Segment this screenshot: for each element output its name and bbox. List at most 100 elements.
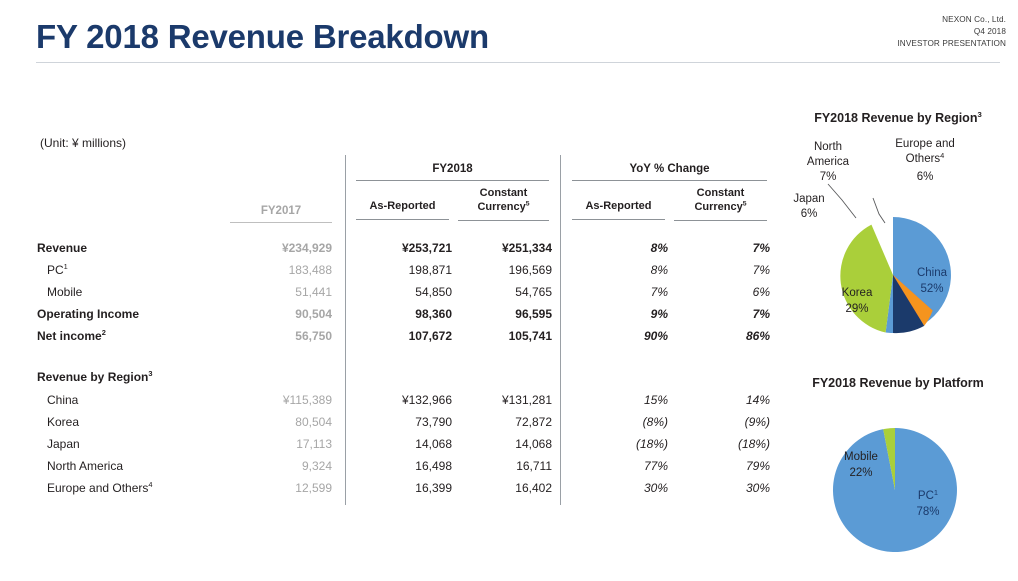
header-divider — [36, 62, 1000, 63]
section-label-text: Revenue by Region — [37, 370, 149, 384]
cell-fy2017: 80,504 — [295, 415, 332, 429]
cell-fy2018-constant-currency: 14,068 — [515, 437, 552, 451]
table-row: Mobile 51,441 54,850 54,765 7% 6% — [34, 283, 770, 301]
pie-label-japan: Japan — [793, 193, 824, 205]
cell-fy2017: ¥115,389 — [282, 393, 332, 407]
pie-value-china: 52% — [920, 283, 943, 295]
footnote-marker: 5 — [525, 200, 530, 208]
cell-fy2017: 56,750 — [295, 329, 332, 343]
cell-fy2018-as-reported: 16,498 — [415, 459, 452, 473]
footnote-marker: 4 — [148, 480, 153, 489]
pie-value-japan: 6% — [801, 208, 818, 220]
pie-value-north-america: 7% — [820, 171, 837, 183]
cell-fy2018-constant-currency: 96,595 — [515, 307, 552, 321]
column-yoy-constant-currency: Constant Currency5 — [674, 187, 767, 221]
column-fy2017: FY2017 — [230, 205, 332, 223]
cell-yoy-as-reported: 8% — [650, 241, 668, 255]
cell-fy2017: 90,504 — [295, 307, 332, 321]
pie-slice-korea — [840, 224, 893, 333]
pie-label-china: China — [917, 267, 948, 279]
column-label: Constant Currency — [694, 187, 745, 213]
pie-chart-revenue-by-region: North America 7% Japan 6% Europe and Oth… — [793, 138, 955, 334]
cell-fy2018-as-reported: 14,068 — [415, 437, 452, 451]
cell-yoy-constant-currency: 7% — [752, 241, 770, 255]
column-yoy-as-reported: As-Reported — [572, 187, 665, 220]
cell-fy2018-as-reported: ¥132,966 — [401, 393, 452, 407]
cell-fy2018-as-reported: 198,871 — [408, 263, 452, 277]
table-row: PC1 183,488 198,871 196,569 8% 7% — [34, 261, 770, 279]
table-row: Operating Income 90,504 98,360 96,595 9% 7% — [34, 305, 770, 323]
cell-fy2018-constant-currency: ¥131,281 — [501, 393, 552, 407]
chart-title-text: FY2018 Revenue by Platform — [812, 376, 984, 390]
cell-yoy-constant-currency: 6% — [752, 285, 770, 299]
cell-fy2018-as-reported: 107,672 — [408, 329, 452, 343]
pie-value-pc: 78% — [916, 506, 939, 518]
pie-label-north-america-l2: America — [807, 156, 850, 168]
row-label: Korea — [47, 415, 80, 429]
table-row: Japan 17,113 14,068 14,068 (18%) (18%) — [34, 435, 770, 453]
cell-yoy-as-reported: 30% — [643, 481, 668, 495]
cell-fy2018-constant-currency: 16,402 — [515, 481, 552, 495]
region-section-label: Revenue by Region3 — [37, 368, 153, 386]
cell-fy2018-constant-currency: 72,872 — [515, 415, 552, 429]
cell-yoy-as-reported: 9% — [650, 307, 668, 321]
row-label: Operating Income — [37, 307, 140, 321]
footnote-marker: 2 — [101, 328, 106, 337]
cell-fy2018-as-reported: 73,790 — [415, 415, 452, 429]
cell-fy2018-as-reported: 54,850 — [415, 285, 452, 299]
header-meta: NEXON Co., Ltd. Q4 2018 INVESTOR PRESENT… — [897, 14, 1006, 50]
column-group-fy2018: FY2018 — [356, 163, 549, 181]
cell-yoy-as-reported: 7% — [650, 285, 668, 299]
cell-fy2017: ¥234,929 — [281, 241, 332, 255]
leader-line-europe — [872, 197, 886, 224]
row-label: PC1 — [47, 262, 68, 277]
cell-fy2017: 12,599 — [295, 481, 332, 495]
cell-fy2018-as-reported: 16,399 — [415, 481, 452, 495]
table-row: Europe and Others4 12,599 16,399 16,402 30% 3… — [34, 479, 770, 497]
pie-label-europe-l2: Others4 — [906, 151, 945, 165]
row-label: Net income2 — [37, 328, 106, 343]
cell-fy2017: 9,324 — [301, 459, 332, 473]
cell-yoy-as-reported: 8% — [650, 263, 668, 277]
column-fy2018-constant-currency: Constant Currency5 — [458, 187, 549, 221]
slide-header: FY 2018 Revenue Breakdown NEXON Co., Ltd… — [0, 0, 1018, 70]
cell-fy2018-constant-currency: 54,765 — [515, 285, 552, 299]
pie-label-north-america-l1: North — [814, 141, 842, 153]
cell-yoy-constant-currency: (9%) — [744, 415, 770, 429]
pie-label-korea: Korea — [842, 287, 873, 299]
cell-yoy-constant-currency: (18%) — [737, 437, 770, 451]
unit-note: (Unit: ¥ millions) — [40, 136, 127, 150]
table-row: Net income2 56,750 107,672 105,741 90% 86% — [34, 327, 770, 345]
row-label: Japan — [47, 437, 80, 451]
header-company: NEXON Co., Ltd. — [942, 15, 1006, 24]
row-label: Europe and Others4 — [47, 480, 153, 495]
pie-label-europe-l1: Europe and — [895, 138, 954, 150]
pie-value-korea: 29% — [845, 303, 868, 315]
pie-value-mobile: 22% — [849, 467, 872, 479]
financial-table: FY2018 YoY % Change As-Reported Constant… — [34, 155, 770, 505]
chart-title-text: FY2018 Revenue by Region — [814, 111, 978, 125]
cell-yoy-constant-currency: 79% — [745, 459, 770, 473]
footnote-marker: 1 — [63, 262, 68, 271]
header-quarter: Q4 2018 — [973, 26, 1006, 36]
column-label: Constant Currency — [477, 187, 528, 213]
footnote-marker: 3 — [148, 369, 153, 378]
pie-value-europe: 6% — [917, 171, 934, 183]
table-row: Korea 80,504 73,790 72,872 (8%) (9%) — [34, 413, 770, 431]
cell-fy2017: 51,441 — [295, 285, 332, 299]
cell-yoy-constant-currency: 14% — [745, 393, 770, 407]
column-fy2018-as-reported: As-Reported — [356, 187, 449, 220]
row-label: Mobile — [47, 285, 83, 299]
cell-yoy-as-reported: 77% — [643, 459, 668, 473]
cell-yoy-constant-currency: 7% — [752, 307, 770, 321]
chart-platform-title: FY2018 Revenue by Platform — [782, 376, 1014, 390]
cell-yoy-constant-currency: 86% — [745, 329, 770, 343]
row-label: China — [47, 393, 79, 407]
region-section-header-row: Revenue by Region3 — [34, 368, 770, 386]
cell-fy2018-constant-currency: 105,741 — [508, 329, 552, 343]
table-row: North America 9,324 16,498 16,711 77% 79% — [34, 457, 770, 475]
header-doc-type: INVESTOR PRESENTATION — [897, 38, 1006, 48]
footnote-marker: 3 — [977, 109, 982, 119]
cell-yoy-constant-currency: 30% — [745, 481, 770, 495]
table-row: China ¥115,389 ¥132,966 ¥131,281 15% 14% — [34, 391, 770, 409]
